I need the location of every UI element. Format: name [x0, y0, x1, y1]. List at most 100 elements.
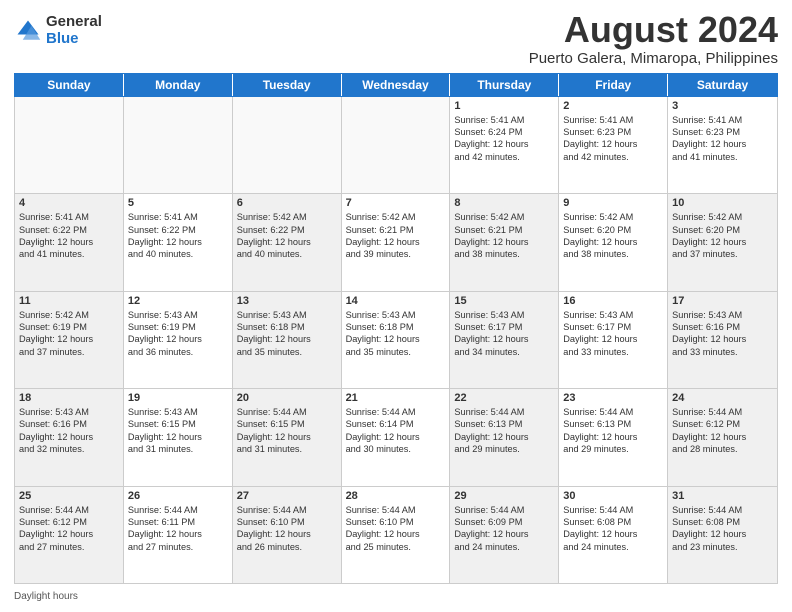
day-number: 9 — [563, 197, 663, 209]
day-info: Sunrise: 5:42 AM Sunset: 6:20 PM Dayligh… — [672, 211, 773, 261]
page: General Blue August 2024 Puerto Galera, … — [0, 0, 792, 612]
day-number: 2 — [563, 100, 663, 112]
day-cell-17: 17 Sunrise: 5:43 AM Sunset: 6:16 PM Dayli… — [668, 292, 777, 388]
day-info: Sunrise: 5:41 AM Sunset: 6:23 PM Dayligh… — [563, 114, 663, 164]
week-row-2: 4 Sunrise: 5:41 AM Sunset: 6:22 PM Daylig… — [15, 194, 777, 291]
empty-cell — [15, 97, 124, 193]
day-info: Sunrise: 5:44 AM Sunset: 6:09 PM Dayligh… — [454, 504, 554, 554]
day-info: Sunrise: 5:42 AM Sunset: 6:21 PM Dayligh… — [346, 211, 446, 261]
day-cell-24: 24 Sunrise: 5:44 AM Sunset: 6:12 PM Dayli… — [668, 389, 777, 485]
day-number: 30 — [563, 490, 663, 502]
day-cell-9: 9Sunrise: 5:42 AM Sunset: 6:20 PM Daylig… — [559, 194, 668, 290]
header-day-friday: Friday — [559, 74, 668, 96]
day-number: 6 — [237, 197, 337, 209]
day-cell-14: 14Sunrise: 5:43 AM Sunset: 6:18 PM Dayli… — [342, 292, 451, 388]
logo-text: General Blue — [46, 14, 102, 47]
header-day-thursday: Thursday — [450, 74, 559, 96]
calendar-body: 1 Sunrise: 5:41 AM Sunset: 6:24 PM Daylig… — [14, 97, 778, 584]
day-number: 15 — [454, 295, 554, 307]
header-day-tuesday: Tuesday — [233, 74, 342, 96]
header-day-sunday: Sunday — [15, 74, 124, 96]
day-cell-23: 23Sunrise: 5:44 AM Sunset: 6:13 PM Dayli… — [559, 389, 668, 485]
day-cell-30: 30 Sunrise: 5:44 AM Sunset: 6:08 PM Dayli… — [559, 487, 668, 583]
week-row-5: 25 Sunrise: 5:44 AM Sunset: 6:12 PM Dayli… — [15, 487, 777, 583]
logo: General Blue — [14, 14, 102, 47]
day-number: 1 — [454, 100, 554, 112]
day-number: 31 — [672, 490, 773, 502]
day-info: Sunrise: 5:44 AM Sunset: 6:13 PM Dayligh… — [454, 406, 554, 456]
day-number: 25 — [19, 490, 119, 502]
day-info: Sunrise: 5:44 AM Sunset: 6:08 PM Dayligh… — [563, 504, 663, 554]
day-info: Sunrise: 5:41 AM Sunset: 6:23 PM Dayligh… — [672, 114, 773, 164]
week-row-1: 1 Sunrise: 5:41 AM Sunset: 6:24 PM Daylig… — [15, 97, 777, 194]
calendar-subtitle: Puerto Galera, Mimaropa, Philippines — [529, 50, 778, 67]
day-info: Sunrise: 5:43 AM Sunset: 6:17 PM Dayligh… — [454, 309, 554, 359]
day-info: Sunrise: 5:44 AM Sunset: 6:11 PM Dayligh… — [128, 504, 228, 554]
day-info: Sunrise: 5:44 AM Sunset: 6:10 PM Dayligh… — [346, 504, 446, 554]
empty-cell — [233, 97, 342, 193]
day-number: 22 — [454, 392, 554, 404]
day-info: Sunrise: 5:43 AM Sunset: 6:16 PM Dayligh… — [19, 406, 119, 456]
header-day-saturday: Saturday — [668, 74, 777, 96]
title-section: August 2024 Puerto Galera, Mimaropa, Phi… — [529, 10, 778, 67]
day-cell-29: 29Sunrise: 5:44 AM Sunset: 6:09 PM Dayli… — [450, 487, 559, 583]
day-cell-27: 27Sunrise: 5:44 AM Sunset: 6:10 PM Dayli… — [233, 487, 342, 583]
day-cell-31: 31Sunrise: 5:44 AM Sunset: 6:08 PM Dayli… — [668, 487, 777, 583]
day-info: Sunrise: 5:44 AM Sunset: 6:12 PM Dayligh… — [19, 504, 119, 554]
day-number: 3 — [672, 100, 773, 112]
day-info: Sunrise: 5:43 AM Sunset: 6:18 PM Dayligh… — [346, 309, 446, 359]
day-cell-12: 12 Sunrise: 5:43 AM Sunset: 6:19 PM Dayli… — [124, 292, 233, 388]
day-cell-2: 2 Sunrise: 5:41 AM Sunset: 6:23 PM Daylig… — [559, 97, 668, 193]
empty-cell — [342, 97, 451, 193]
day-cell-8: 8Sunrise: 5:42 AM Sunset: 6:21 PM Daylig… — [450, 194, 559, 290]
day-cell-11: 11 Sunrise: 5:42 AM Sunset: 6:19 PM Dayli… — [15, 292, 124, 388]
daylight-label: Daylight hours — [14, 591, 78, 602]
day-info: Sunrise: 5:42 AM Sunset: 6:21 PM Dayligh… — [454, 211, 554, 261]
day-number: 4 — [19, 197, 119, 209]
day-number: 20 — [237, 392, 337, 404]
day-cell-3: 3 Sunrise: 5:41 AM Sunset: 6:23 PM Daylig… — [668, 97, 777, 193]
day-number: 10 — [672, 197, 773, 209]
day-cell-22: 22 Sunrise: 5:44 AM Sunset: 6:13 PM Dayli… — [450, 389, 559, 485]
calendar-title: August 2024 — [529, 10, 778, 50]
day-number: 7 — [346, 197, 446, 209]
logo-general: General — [46, 14, 102, 31]
day-cell-26: 26 Sunrise: 5:44 AM Sunset: 6:11 PM Dayli… — [124, 487, 233, 583]
day-info: Sunrise: 5:43 AM Sunset: 6:19 PM Dayligh… — [128, 309, 228, 359]
day-cell-10: 10 Sunrise: 5:42 AM Sunset: 6:20 PM Dayli… — [668, 194, 777, 290]
day-info: Sunrise: 5:43 AM Sunset: 6:16 PM Dayligh… — [672, 309, 773, 359]
day-cell-20: 20 Sunrise: 5:44 AM Sunset: 6:15 PM Dayli… — [233, 389, 342, 485]
day-number: 11 — [19, 295, 119, 307]
week-row-3: 11 Sunrise: 5:42 AM Sunset: 6:19 PM Dayli… — [15, 292, 777, 389]
day-cell-19: 19Sunrise: 5:43 AM Sunset: 6:15 PM Dayli… — [124, 389, 233, 485]
header-day-wednesday: Wednesday — [342, 74, 451, 96]
day-info: Sunrise: 5:44 AM Sunset: 6:13 PM Dayligh… — [563, 406, 663, 456]
day-info: Sunrise: 5:43 AM Sunset: 6:18 PM Dayligh… — [237, 309, 337, 359]
day-cell-28: 28Sunrise: 5:44 AM Sunset: 6:10 PM Dayli… — [342, 487, 451, 583]
day-info: Sunrise: 5:43 AM Sunset: 6:15 PM Dayligh… — [128, 406, 228, 456]
day-info: Sunrise: 5:44 AM Sunset: 6:14 PM Dayligh… — [346, 406, 446, 456]
day-cell-16: 16Sunrise: 5:43 AM Sunset: 6:17 PM Dayli… — [559, 292, 668, 388]
day-info: Sunrise: 5:44 AM Sunset: 6:15 PM Dayligh… — [237, 406, 337, 456]
day-info: Sunrise: 5:44 AM Sunset: 6:12 PM Dayligh… — [672, 406, 773, 456]
day-number: 13 — [237, 295, 337, 307]
day-cell-18: 18Sunrise: 5:43 AM Sunset: 6:16 PM Dayli… — [15, 389, 124, 485]
day-number: 21 — [346, 392, 446, 404]
day-cell-7: 7 Sunrise: 5:42 AM Sunset: 6:21 PM Daylig… — [342, 194, 451, 290]
day-number: 12 — [128, 295, 228, 307]
day-info: Sunrise: 5:41 AM Sunset: 6:24 PM Dayligh… — [454, 114, 554, 164]
day-cell-1: 1 Sunrise: 5:41 AM Sunset: 6:24 PM Daylig… — [450, 97, 559, 193]
day-number: 17 — [672, 295, 773, 307]
day-number: 24 — [672, 392, 773, 404]
day-info: Sunrise: 5:41 AM Sunset: 6:22 PM Dayligh… — [19, 211, 119, 261]
day-number: 26 — [128, 490, 228, 502]
day-info: Sunrise: 5:41 AM Sunset: 6:22 PM Dayligh… — [128, 211, 228, 261]
day-info: Sunrise: 5:43 AM Sunset: 6:17 PM Dayligh… — [563, 309, 663, 359]
footer: Daylight hours — [14, 587, 778, 602]
empty-cell — [124, 97, 233, 193]
calendar-header-row: SundayMondayTuesdayWednesdayThursdayFrid… — [14, 73, 778, 97]
day-number: 5 — [128, 197, 228, 209]
day-info: Sunrise: 5:42 AM Sunset: 6:19 PM Dayligh… — [19, 309, 119, 359]
day-cell-13: 13 Sunrise: 5:43 AM Sunset: 6:18 PM Dayli… — [233, 292, 342, 388]
day-cell-4: 4 Sunrise: 5:41 AM Sunset: 6:22 PM Daylig… — [15, 194, 124, 290]
